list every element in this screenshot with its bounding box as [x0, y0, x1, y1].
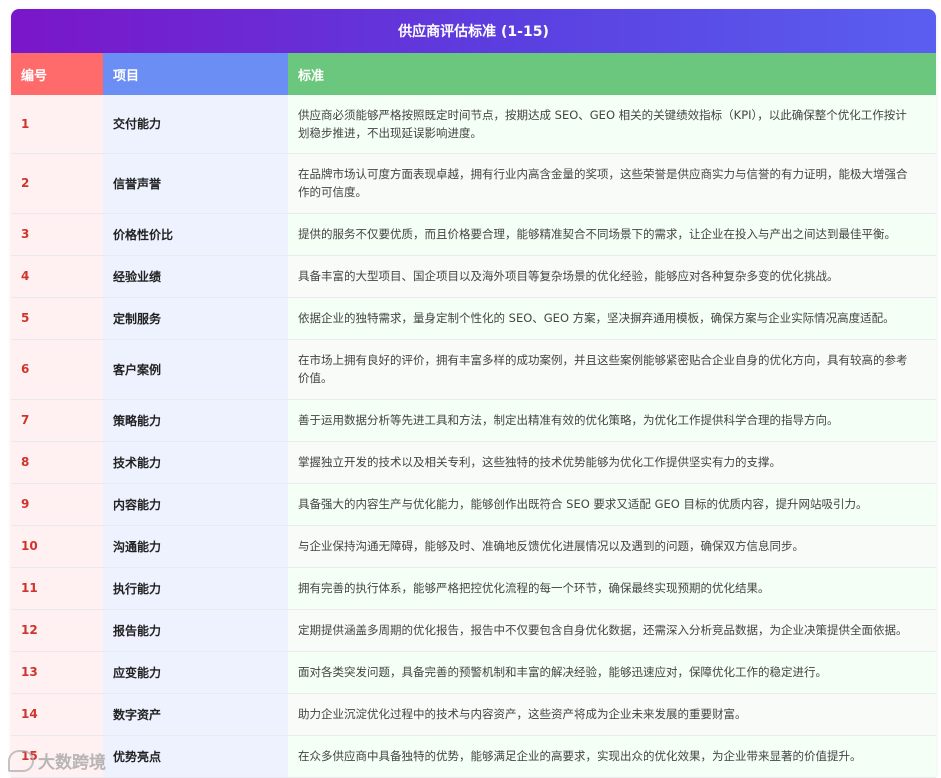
- criteria-card: 供应商评估标准 (1-15) 编号 项目 标准 1 交付能力 供应商必须能够严格按照…: [11, 9, 936, 778]
- row-number: 9: [11, 483, 103, 526]
- table-row: 5 定制服务 依据企业的独特需求，量身定制个性化的 SEO、GEO 方案，坚决摒弃通…: [11, 297, 936, 340]
- row-item: 报告能力: [103, 609, 288, 652]
- row-item: 内容能力: [103, 483, 288, 526]
- table-row: 1 交付能力 供应商必须能够严格按照既定时间节点，按期达成 SEO、GEO 相关的关…: [11, 95, 936, 154]
- row-standard: 在市场上拥有良好的评价，拥有丰富多样的成功案例，并且这些案例能够紧密贴合企业自身…: [288, 339, 936, 400]
- row-item: 优势亮点: [103, 735, 288, 778]
- row-standard: 供应商必须能够严格按照既定时间节点，按期达成 SEO、GEO 相关的关键绩效指标…: [288, 95, 936, 154]
- row-number: 3: [11, 213, 103, 256]
- criteria-table: 编号 项目 标准 1 交付能力 供应商必须能够严格按照既定时间节点，按期达成 SEO…: [11, 53, 936, 778]
- table-row: 4 经验业绩 具备丰富的大型项目、国企项目以及海外项目等复杂场景的优化经验，能够应对…: [11, 255, 936, 298]
- table-row: 11 执行能力 拥有完善的执行体系，能够严格把控优化流程的每一个环节，确保最终实现预…: [11, 567, 936, 610]
- table-row: 8 技术能力 掌握独立开发的技术以及相关专利，这些独特的技术优势能够为优化工作提供坚…: [11, 441, 936, 484]
- row-item: 信誉声誉: [103, 153, 288, 214]
- row-standard: 掌握独立开发的技术以及相关专利，这些独特的技术优势能够为优化工作提供坚实有力的支…: [288, 441, 936, 484]
- row-number: 4: [11, 255, 103, 298]
- row-number: 5: [11, 297, 103, 340]
- header-standard: 标准: [288, 53, 936, 95]
- header-item: 项目: [103, 53, 288, 95]
- row-number: 15: [11, 735, 103, 778]
- row-standard: 依据企业的独特需求，量身定制个性化的 SEO、GEO 方案，坚决摒弃通用模板，确…: [288, 297, 936, 340]
- row-standard: 具备强大的内容生产与优化能力，能够创作出既符合 SEO 要求又适配 GEO 目标…: [288, 483, 936, 526]
- row-number: 14: [11, 693, 103, 736]
- table-row: 12 报告能力 定期提供涵盖多周期的优化报告，报告中不仅要包含自身优化数据，还需深入…: [11, 609, 936, 652]
- row-standard: 助力企业沉淀优化过程中的技术与内容资产，这些资产将成为企业未来发展的重要财富。: [288, 693, 936, 736]
- row-item: 经验业绩: [103, 255, 288, 298]
- row-number: 2: [11, 153, 103, 214]
- table-row: 9 内容能力 具备强大的内容生产与优化能力，能够创作出既符合 SEO 要求又适配 G…: [11, 483, 936, 526]
- header-row: 编号 项目 标准: [11, 53, 936, 95]
- row-item: 数字资产: [103, 693, 288, 736]
- row-item: 沟通能力: [103, 525, 288, 568]
- row-standard: 面对各类突发问题，具备完善的预警机制和丰富的解决经验，能够迅速应对，保障优化工作…: [288, 651, 936, 694]
- table-row: 7 策略能力 善于运用数据分析等先进工具和方法，制定出精准有效的优化策略，为优化工作…: [11, 399, 936, 442]
- table-row: 13 应变能力 面对各类突发问题，具备完善的预警机制和丰富的解决经验，能够迅速应对，…: [11, 651, 936, 694]
- row-item: 执行能力: [103, 567, 288, 610]
- row-item: 技术能力: [103, 441, 288, 484]
- header-num: 编号: [11, 53, 103, 95]
- table-row: 3 价格性价比 提供的服务不仅要优质，而且价格要合理，能够精准契合不同场景下的需求，…: [11, 213, 936, 256]
- row-standard: 在品牌市场认可度方面表现卓越，拥有行业内高含金量的奖项，这些荣誉是供应商实力与信…: [288, 153, 936, 214]
- table-row: 2 信誉声誉 在品牌市场认可度方面表现卓越，拥有行业内高含金量的奖项，这些荣誉是供应…: [11, 153, 936, 214]
- row-item: 交付能力: [103, 95, 288, 154]
- row-standard: 提供的服务不仅要优质，而且价格要合理，能够精准契合不同场景下的需求，让企业在投入…: [288, 213, 936, 256]
- row-item: 应变能力: [103, 651, 288, 694]
- row-standard: 善于运用数据分析等先进工具和方法，制定出精准有效的优化策略，为优化工作提供科学合…: [288, 399, 936, 442]
- row-number: 12: [11, 609, 103, 652]
- row-number: 7: [11, 399, 103, 442]
- row-standard: 与企业保持沟通无障碍，能够及时、准确地反馈优化进展情况以及遇到的问题，确保双方信…: [288, 525, 936, 568]
- table-row: 10 沟通能力 与企业保持沟通无障碍，能够及时、准确地反馈优化进展情况以及遇到的问题…: [11, 525, 936, 568]
- table-title: 供应商评估标准 (1-15): [11, 9, 936, 53]
- row-standard: 拥有完善的执行体系，能够严格把控优化流程的每一个环节，确保最终实现预期的优化结果…: [288, 567, 936, 610]
- row-item: 策略能力: [103, 399, 288, 442]
- row-number: 8: [11, 441, 103, 484]
- row-standard: 在众多供应商中具备独特的优势，能够满足企业的高要求，实现出众的优化效果，为企业带…: [288, 735, 936, 778]
- row-number: 6: [11, 339, 103, 400]
- row-item: 价格性价比: [103, 213, 288, 256]
- table-row: 15 优势亮点 在众多供应商中具备独特的优势，能够满足企业的高要求，实现出众的优化效…: [11, 735, 936, 778]
- row-number: 13: [11, 651, 103, 694]
- row-number: 1: [11, 95, 103, 154]
- row-standard: 具备丰富的大型项目、国企项目以及海外项目等复杂场景的优化经验，能够应对各种复杂多…: [288, 255, 936, 298]
- row-item: 客户案例: [103, 339, 288, 400]
- row-item: 定制服务: [103, 297, 288, 340]
- table-row: 14 数字资产 助力企业沉淀优化过程中的技术与内容资产，这些资产将成为企业未来发展的…: [11, 693, 936, 736]
- row-number: 10: [11, 525, 103, 568]
- row-number: 11: [11, 567, 103, 610]
- table-row: 6 客户案例 在市场上拥有良好的评价，拥有丰富多样的成功案例，并且这些案例能够紧密贴…: [11, 339, 936, 400]
- row-standard: 定期提供涵盖多周期的优化报告，报告中不仅要包含自身优化数据，还需深入分析竞品数据…: [288, 609, 936, 652]
